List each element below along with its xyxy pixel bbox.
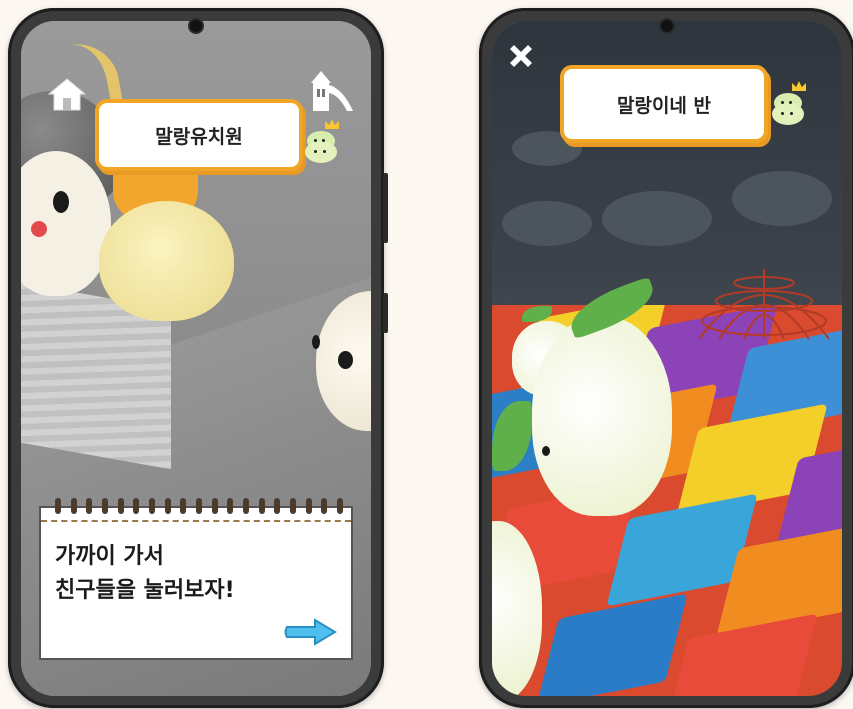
arrow-right-icon[interactable] — [283, 618, 339, 646]
notepad-line-2: 친구들을 눌러보자! — [55, 578, 235, 603]
character-radish-front[interactable] — [532, 316, 672, 516]
front-camera — [190, 20, 202, 32]
character-yellow[interactable] — [99, 201, 234, 321]
title-text: 말랑유치원 — [155, 125, 243, 148]
notepad-text: 가까이 가서 친구들을 눌러보자! — [55, 540, 235, 608]
front-camera — [661, 20, 673, 32]
title-text: 말랑이네 반 — [616, 94, 711, 117]
notepad-rings — [55, 498, 343, 518]
climbing-dome — [698, 269, 830, 340]
phone-left: 말랑유치원 가까이 가서 친구들을 눌러보자! — [8, 8, 388, 708]
title-card: 말랑이네 반 — [560, 65, 768, 143]
title-card: 말랑유치원 — [95, 99, 303, 171]
screen-left: 말랑유치원 가까이 가서 친구들을 눌러보자! — [21, 21, 371, 696]
instruction-notepad: 가까이 가서 친구들을 눌러보자! — [39, 498, 353, 660]
slide-icon[interactable] — [307, 69, 357, 113]
phone-right: 말랑이네 반 — [479, 8, 853, 708]
mascot-icon — [770, 81, 806, 125]
home-icon[interactable] — [47, 76, 87, 112]
screen-right: 말랑이네 반 — [492, 21, 842, 696]
mascot-icon — [303, 119, 339, 163]
notepad-line-1: 가까이 가서 — [55, 544, 164, 569]
close-icon[interactable] — [506, 41, 536, 71]
